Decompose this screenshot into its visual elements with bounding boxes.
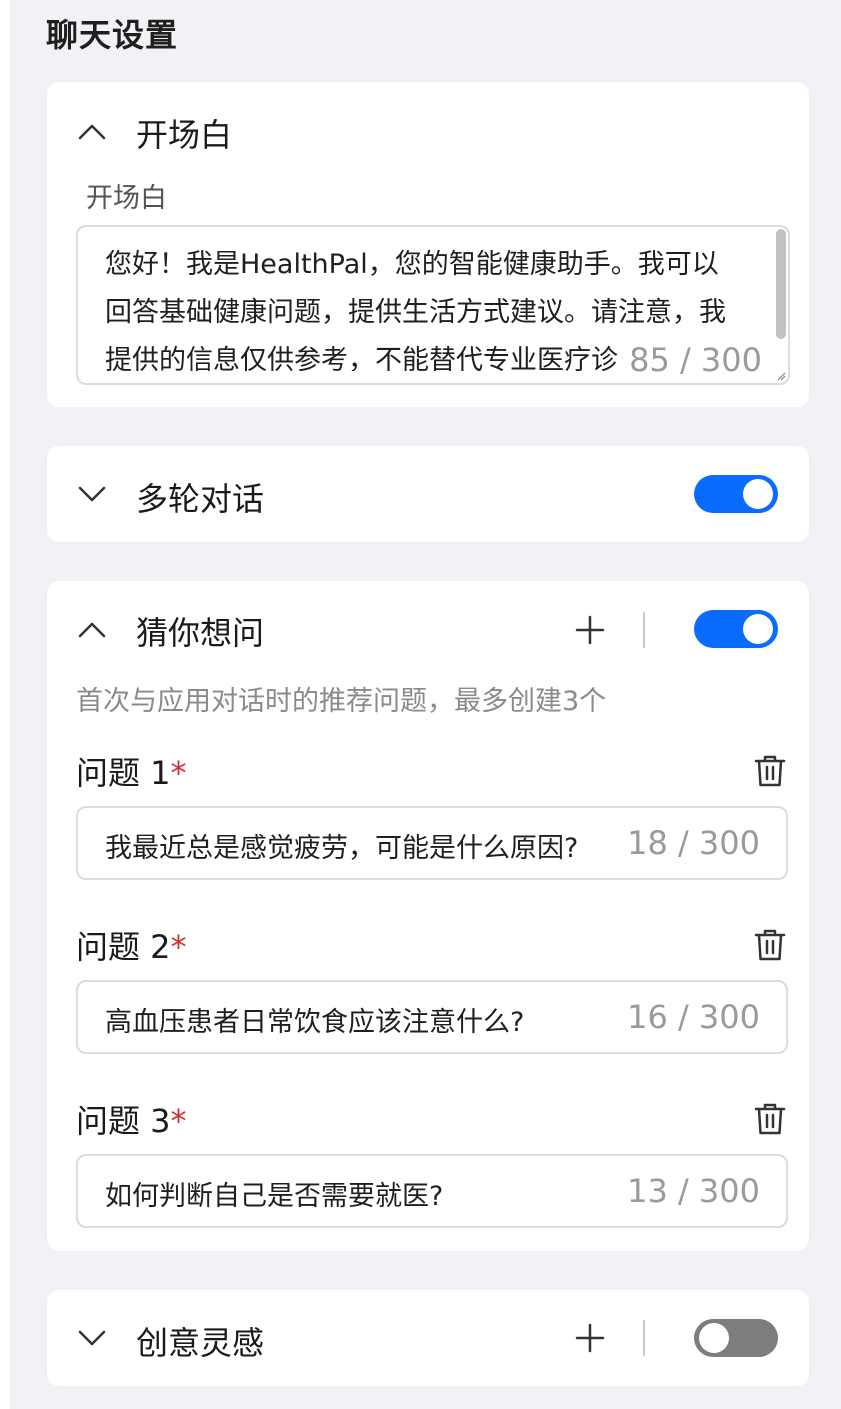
- question-label-text: 问题 1: [76, 754, 171, 792]
- chevron-down-icon[interactable]: [76, 1322, 108, 1354]
- resize-handle-icon[interactable]: [776, 371, 786, 381]
- question-3-value: 如何判断自己是否需要就医?: [105, 1181, 444, 1212]
- required-mark: *: [170, 928, 187, 966]
- question-3-counter: 13 / 300: [627, 1172, 760, 1210]
- question-2-input[interactable]: 高血压患者日常饮食应该注意什么? 16 / 300: [76, 980, 788, 1054]
- creative-toggle[interactable]: [694, 1319, 778, 1357]
- required-mark: *: [170, 754, 187, 792]
- textarea-scrollbar[interactable]: [776, 229, 786, 339]
- add-inspiration-icon[interactable]: [574, 1322, 606, 1354]
- opening-textarea[interactable]: 您好！我是HealthPal，您的智能健康助手。我可以回答基础健康问题，提供生活…: [76, 225, 790, 385]
- question-2-value: 高血压患者日常饮食应该注意什么?: [105, 1007, 525, 1038]
- divider: [643, 612, 645, 648]
- question-2-counter: 16 / 300: [627, 998, 760, 1036]
- opening-counter: 85 / 300: [629, 341, 762, 379]
- question-label-text: 问题 2: [76, 928, 171, 966]
- question-1-label: 问题 1*: [76, 748, 187, 794]
- opening-title: 开场白: [136, 116, 233, 154]
- add-question-icon[interactable]: [574, 614, 606, 646]
- required-mark: *: [170, 1102, 187, 1140]
- guess-description: 首次与应用对话时的推荐问题，最多创建3个: [76, 686, 607, 717]
- trash-icon[interactable]: [752, 927, 788, 963]
- creative-title: 创意灵感: [136, 1324, 265, 1362]
- question-1-counter: 18 / 300: [627, 824, 760, 862]
- guess-title: 猜你想问: [136, 614, 265, 652]
- trash-icon[interactable]: [752, 1101, 788, 1137]
- question-label-text: 问题 3: [76, 1102, 171, 1140]
- opening-field-label: 开场白: [86, 183, 167, 214]
- trash-icon[interactable]: [752, 753, 788, 789]
- toggle-knob: [743, 479, 773, 509]
- question-1-value: 我最近总是感觉疲劳，可能是什么原因?: [105, 833, 579, 864]
- divider: [643, 1320, 645, 1356]
- guess-toggle[interactable]: [694, 610, 778, 648]
- question-3-label: 问题 3*: [76, 1096, 187, 1142]
- toggle-knob: [743, 614, 773, 644]
- multi-turn-title: 多轮对话: [136, 480, 265, 518]
- question-1-input[interactable]: 我最近总是感觉疲劳，可能是什么原因? 18 / 300: [76, 806, 788, 880]
- chevron-up-icon[interactable]: [76, 116, 108, 148]
- page-title: 聊天设置: [46, 16, 179, 54]
- toggle-knob: [699, 1323, 729, 1353]
- question-3-input[interactable]: 如何判断自己是否需要就医? 13 / 300: [76, 1154, 788, 1228]
- chevron-down-icon[interactable]: [76, 478, 108, 510]
- multi-turn-toggle[interactable]: [694, 475, 778, 513]
- chevron-up-icon[interactable]: [76, 614, 108, 646]
- question-2-label: 问题 2*: [76, 922, 187, 968]
